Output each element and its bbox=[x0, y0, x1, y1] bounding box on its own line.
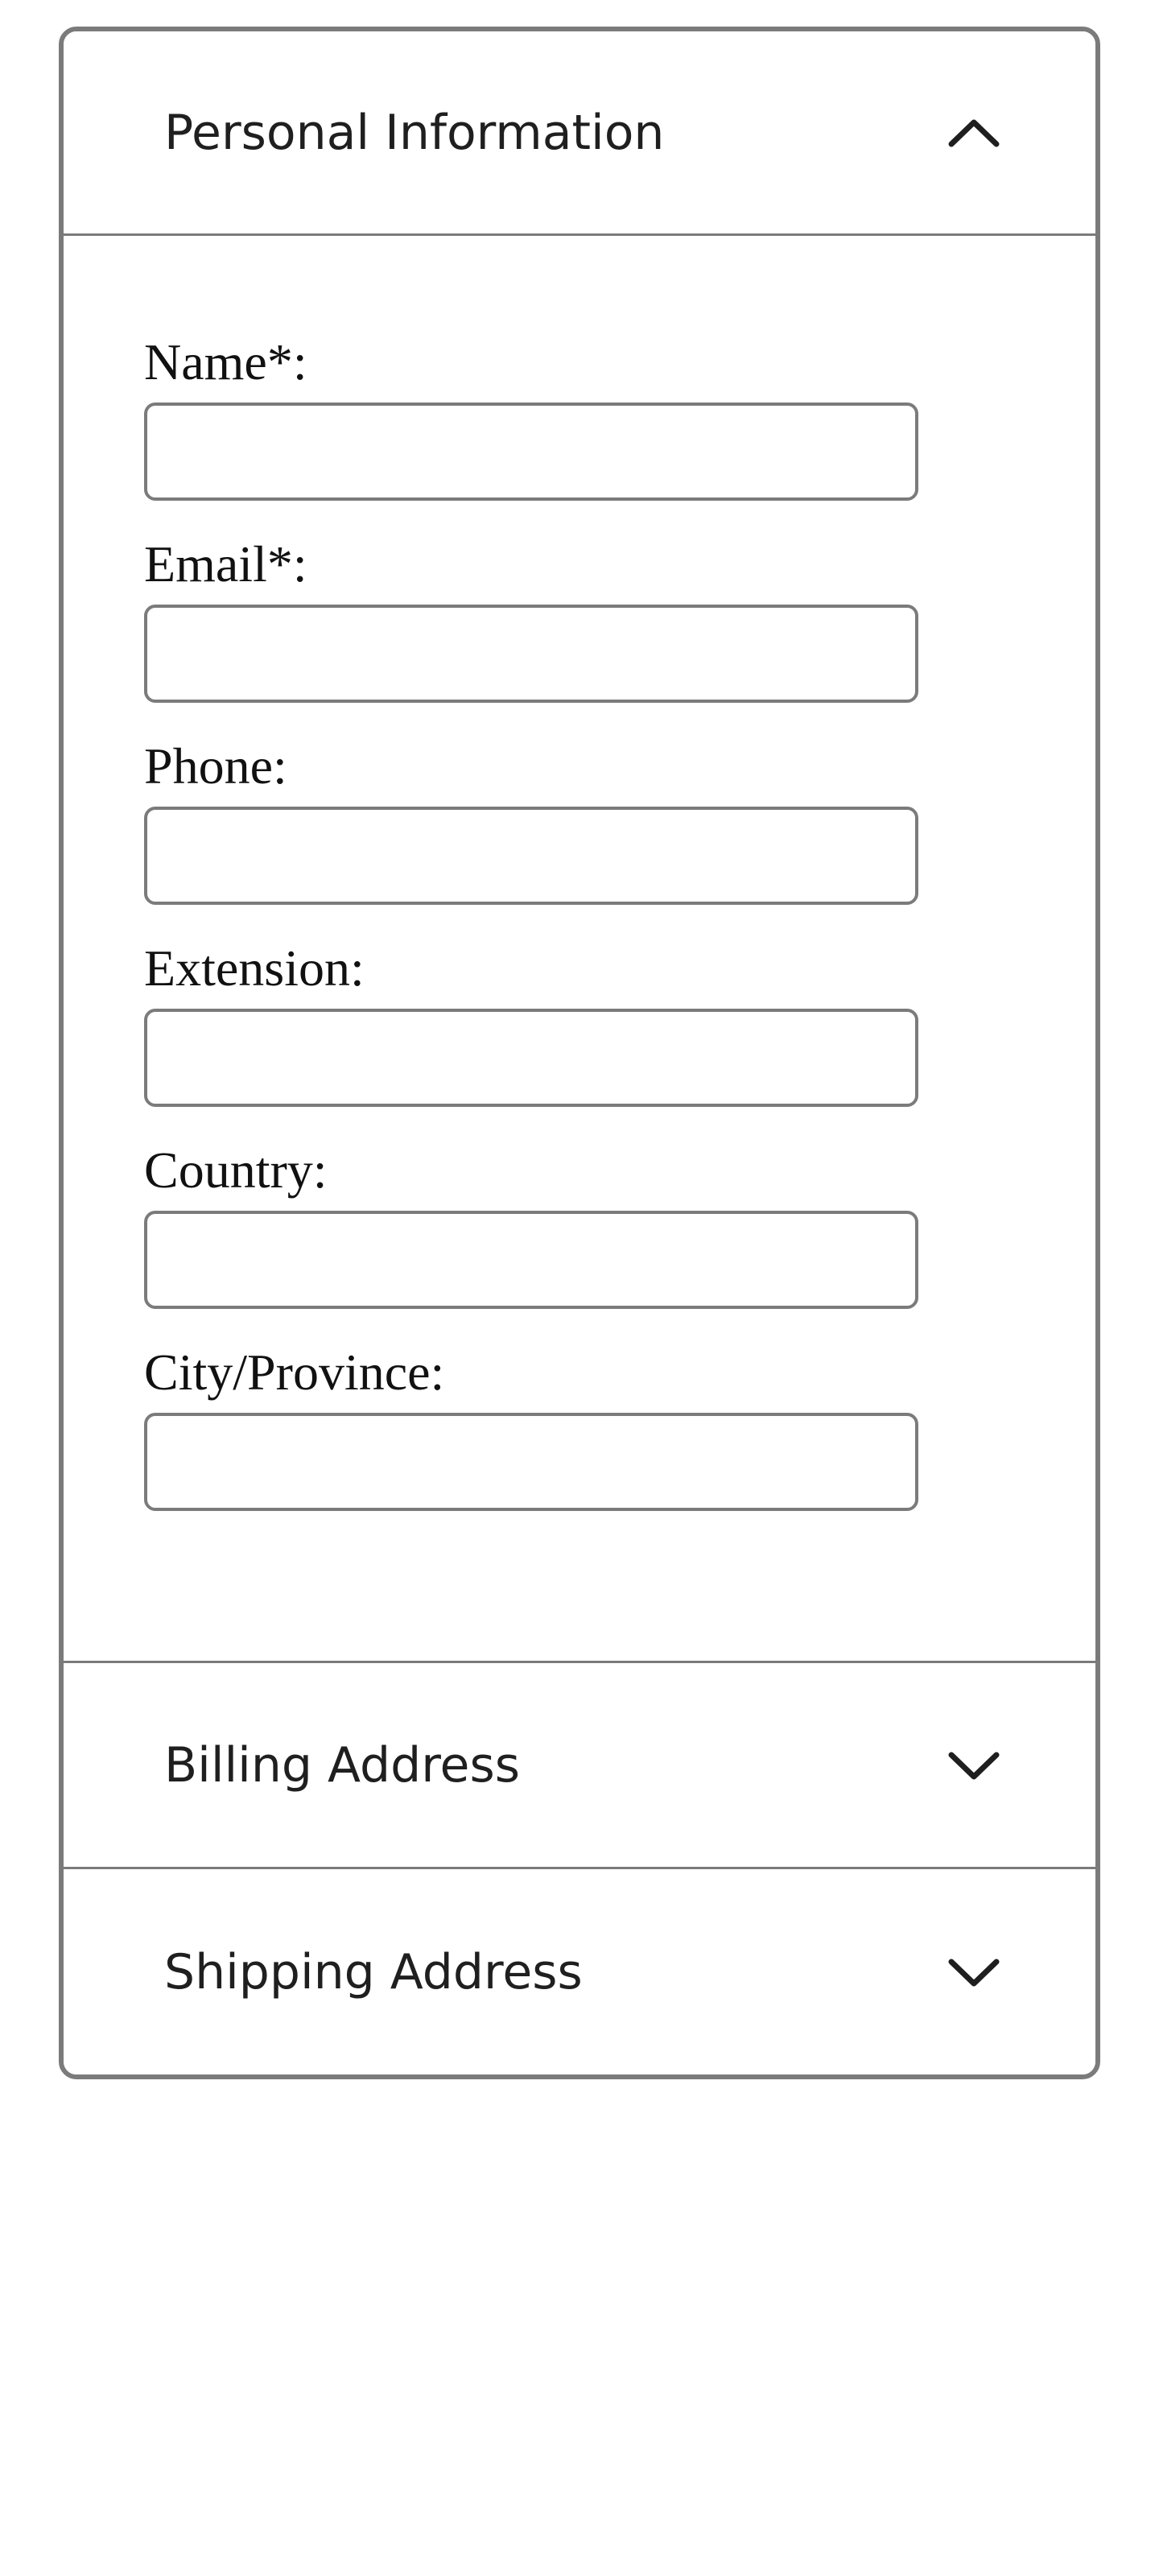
chevron-down-icon[interactable] bbox=[946, 1955, 1002, 1989]
email-label: Email*: bbox=[144, 535, 307, 592]
personal-information-header[interactable]: Personal Information bbox=[64, 31, 1095, 236]
chevron-down-icon[interactable] bbox=[946, 1748, 1002, 1782]
extension-label: Extension: bbox=[144, 939, 365, 997]
city-province-input[interactable] bbox=[144, 1413, 918, 1511]
personal-information-body: Name*: Email*: Phone: Extension: Country… bbox=[64, 236, 1095, 1663]
country-input[interactable] bbox=[144, 1211, 918, 1309]
city-province-label: City/Province: bbox=[144, 1344, 445, 1401]
extension-field-group: Extension: bbox=[144, 943, 1095, 1107]
email-field-group: Email*: bbox=[144, 539, 1095, 703]
name-input[interactable] bbox=[144, 402, 918, 501]
shipping-address-header[interactable]: Shipping Address bbox=[64, 1869, 1095, 2074]
billing-address-header[interactable]: Billing Address bbox=[64, 1663, 1095, 1869]
billing-address-title: Billing Address bbox=[164, 1736, 520, 1794]
address-accordion: Personal Information Name*: Email*: Phon… bbox=[59, 27, 1100, 2079]
personal-information-title: Personal Information bbox=[164, 104, 665, 161]
phone-input[interactable] bbox=[144, 807, 918, 905]
name-label: Name*: bbox=[144, 333, 307, 390]
shipping-address-title: Shipping Address bbox=[164, 1944, 583, 2000]
phone-field-group: Phone: bbox=[144, 741, 1095, 905]
country-label: Country: bbox=[144, 1141, 328, 1199]
chevron-up-icon[interactable] bbox=[946, 116, 1002, 150]
city-province-field-group: City/Province: bbox=[144, 1347, 1095, 1511]
email-input[interactable] bbox=[144, 605, 918, 703]
phone-label: Phone: bbox=[144, 737, 287, 795]
country-field-group: Country: bbox=[144, 1145, 1095, 1309]
extension-input[interactable] bbox=[144, 1009, 918, 1107]
name-field-group: Name*: bbox=[144, 336, 1095, 501]
